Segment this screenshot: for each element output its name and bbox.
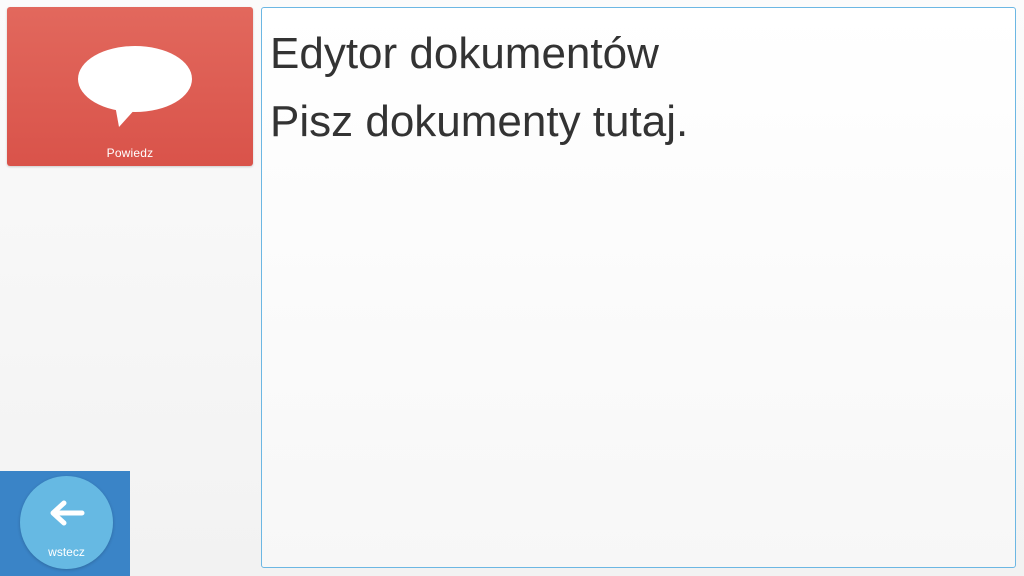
- back-button-label: wstecz: [48, 545, 85, 559]
- back-button[interactable]: wstecz: [20, 476, 113, 569]
- editor-line-body: Pisz dokumenty tutaj.: [270, 97, 689, 146]
- back-panel: wstecz: [0, 471, 130, 576]
- editor-line-title: Edytor dokumentów: [270, 29, 659, 78]
- arrow-left-icon: [50, 500, 85, 526]
- speak-button[interactable]: Powiedz: [7, 7, 253, 166]
- app-window: Powiedz Edytor dokumentów Pisz dokumenty…: [0, 0, 1024, 576]
- speak-button-label: Powiedz: [106, 146, 154, 160]
- speech-bubble-icon: [78, 46, 192, 127]
- document-editor[interactable]: Edytor dokumentów Pisz dokumenty tutaj.: [261, 7, 1016, 568]
